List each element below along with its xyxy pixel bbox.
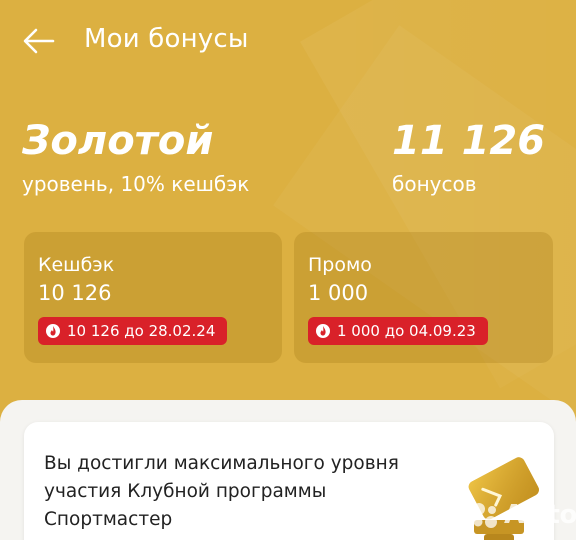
promo-card[interactable]: Промо 1 000 1 000 до 04.09.23 [294, 232, 553, 363]
bonus-total: 11 126 [392, 118, 546, 164]
cashback-card[interactable]: Кешбэк 10 126 10 126 до 28.02.24 [24, 232, 282, 363]
expire-text: 10 126 до 28.02.24 [67, 322, 216, 340]
expire-badge: 10 126 до 28.02.24 [38, 317, 228, 345]
card-label: Кешбэк [38, 254, 115, 276]
avito-logo-icon [473, 503, 497, 528]
flame-icon [46, 324, 60, 338]
expire-badge: 1 000 до 04.09.23 [308, 317, 488, 345]
level-name: Золотой [22, 118, 214, 164]
avito-watermark: Avito [470, 500, 576, 530]
max-level-text: Вы достигли максимального уровня участия… [44, 453, 399, 530]
card-label: Промо [308, 254, 372, 276]
card-value: 1 000 [308, 281, 369, 305]
header: Мои бонусы [0, 0, 576, 84]
back-button[interactable] [22, 26, 56, 56]
watermark-text: Avito [504, 500, 576, 530]
level-description: уровень, 10% кешбэк [22, 172, 250, 196]
bonus-total-label: бонусов [392, 172, 477, 196]
flame-icon [316, 324, 330, 338]
arrow-left-icon [23, 28, 55, 54]
expire-text: 1 000 до 04.09.23 [337, 322, 476, 340]
page-title: Мои бонусы [84, 24, 249, 54]
card-value: 10 126 [38, 281, 112, 305]
